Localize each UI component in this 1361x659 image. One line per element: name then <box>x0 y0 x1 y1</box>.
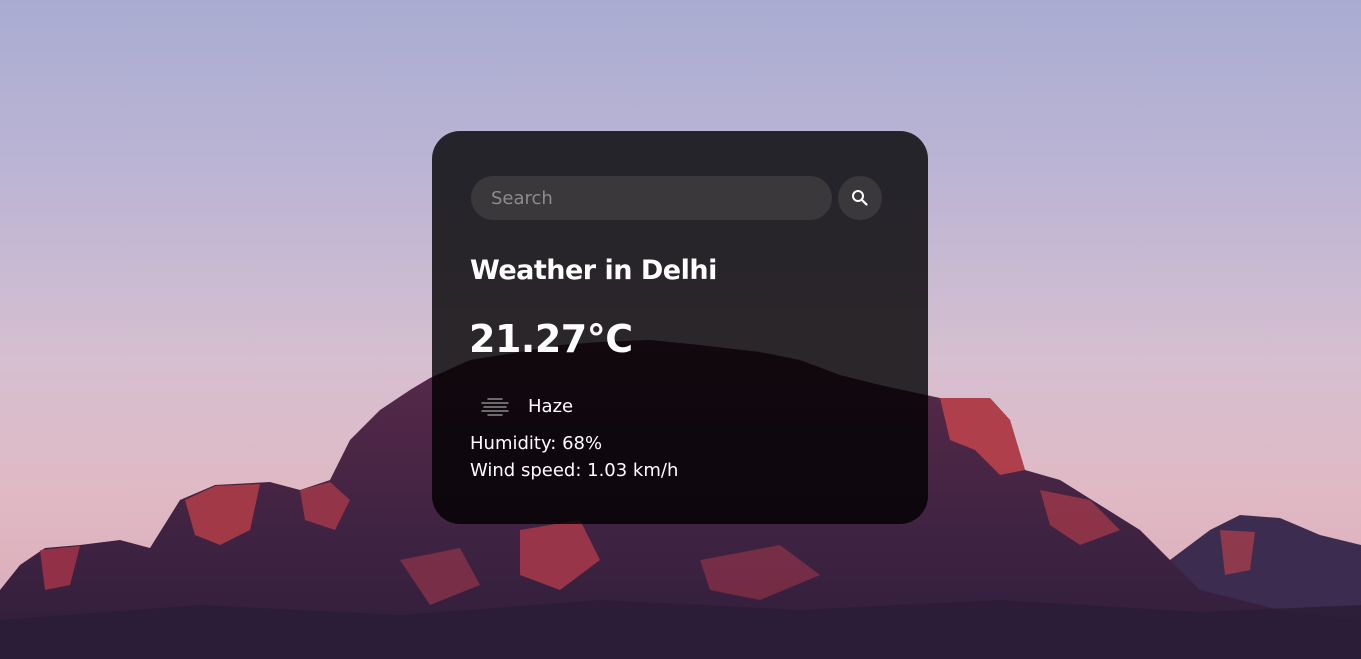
humidity-text: Humidity: 68% <box>470 433 603 454</box>
weather-card: Weather in Delhi 21.27°C Haze Humidity: … <box>432 131 928 524</box>
search-input[interactable] <box>471 176 832 220</box>
search-button[interactable] <box>838 176 882 220</box>
temperature: 21.27°C <box>469 317 633 361</box>
haze-icon <box>481 398 509 416</box>
search-icon <box>852 190 868 206</box>
condition-text: Haze <box>528 395 574 417</box>
wind-speed-text: Wind speed: 1.03 km/h <box>470 460 679 481</box>
condition-row: Haze <box>476 391 573 421</box>
city-title: Weather in Delhi <box>470 255 717 286</box>
